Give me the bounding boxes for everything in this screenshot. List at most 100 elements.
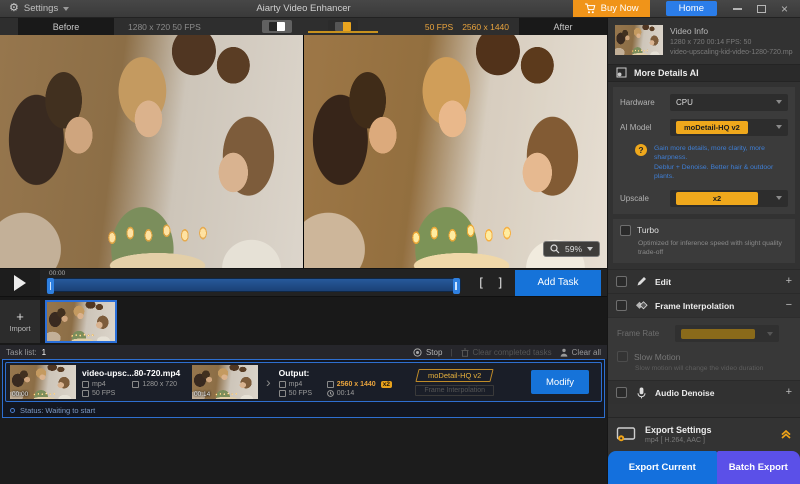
ai-model-select[interactable]: moDetail-HQ v2 xyxy=(670,118,788,136)
maximize-icon[interactable] xyxy=(756,4,766,13)
turbo-block: Turbo Optimized for inference speed with… xyxy=(613,218,795,263)
task-list-header: Task list: 1 Stop | Clear completed task… xyxy=(0,345,607,359)
task-format: mp4 xyxy=(92,380,106,388)
task-file-meta: mp4 1280 x 720 50 FPS xyxy=(82,380,186,397)
output-format: mp4 xyxy=(288,380,303,388)
import-label: Import xyxy=(9,324,31,333)
trim-end-handle[interactable] xyxy=(452,278,460,294)
trim-start-handle[interactable] xyxy=(47,278,54,294)
task-output-meta: mp4 2560 x 1440 x2 50 FPS 00:14 xyxy=(278,380,399,397)
frame-interpolation-badge: Frame Interpolation xyxy=(415,384,495,396)
close-icon[interactable]: × xyxy=(781,3,788,15)
pencil-icon xyxy=(634,276,648,287)
toggle-glyph-active xyxy=(335,22,351,31)
task-row[interactable]: 00:00 video-upsc...80-720.mp4 mp4 1280 x… xyxy=(5,362,602,402)
trim-in-button[interactable]: [ xyxy=(478,276,485,290)
edit-row[interactable]: Edit + xyxy=(608,269,800,293)
before-panel[interactable] xyxy=(0,35,303,268)
settings-sidebar: Video Info 1280 x 720 00:14 FPS: 50 vide… xyxy=(607,18,800,484)
chevron-down-icon xyxy=(767,331,773,336)
chevron-down-icon xyxy=(63,6,70,11)
modify-button[interactable]: Modify xyxy=(531,370,589,394)
playback-bar: 00:00 [ ] Add Task xyxy=(0,268,607,296)
minimize-icon[interactable] xyxy=(732,7,742,10)
after-frame-image xyxy=(304,35,607,268)
after-panel[interactable] xyxy=(303,35,607,268)
expand-plus-icon[interactable]: + xyxy=(786,276,792,287)
slow-motion-label: Slow Motion xyxy=(634,351,681,362)
frame-interpolation-checkbox[interactable] xyxy=(616,300,627,311)
scale-badge: x2 xyxy=(380,380,392,388)
import-button[interactable]: + Import xyxy=(0,300,40,343)
trim-out-button[interactable]: ] xyxy=(497,276,504,290)
app-window: ⚙ Settings Aiarty Video Enhancer Buy Now… xyxy=(0,0,800,484)
main-area: Before 1280 x 720 50 FPS 50 FPS 2560 x 1… xyxy=(0,18,800,484)
double-chevron-up-icon[interactable] xyxy=(780,428,792,442)
frame-interpolation-subpanel: Frame Rate Slow Motion Slow motion will … xyxy=(608,317,800,380)
frame-rate-select xyxy=(675,325,779,342)
stop-button[interactable]: Stop xyxy=(413,348,442,357)
timeline-timecode: 00:00 xyxy=(49,270,66,277)
ai-settings-panel: Hardware CPU AI Model moDetail-HQ v2 ? G… xyxy=(613,86,795,214)
ai-model-desc-line2: Deblur + Denoise. Better hair & outdoor … xyxy=(654,163,774,181)
format-icon xyxy=(278,380,286,388)
collapse-minus-icon[interactable]: − xyxy=(786,300,792,311)
frames-icon xyxy=(634,300,648,311)
timeline-track[interactable] xyxy=(46,278,461,294)
more-details-ai-header[interactable]: More Details AI xyxy=(608,63,800,82)
resolution-icon xyxy=(326,380,334,388)
zoom-control[interactable]: 59% xyxy=(542,241,600,257)
clip-out-time: 00:14 xyxy=(194,391,211,398)
turbo-row: Turbo xyxy=(620,224,788,236)
video-info-text: Video Info 1280 x 720 00:14 FPS: 50 vide… xyxy=(670,25,793,59)
audio-denoise-row[interactable]: Audio Denoise + xyxy=(608,380,800,404)
export-current-button[interactable]: Export Current xyxy=(608,451,717,484)
turbo-checkbox[interactable] xyxy=(620,224,631,236)
clear-completed-button[interactable]: Clear completed tasks xyxy=(461,348,552,357)
compare-view-toggle-icon[interactable] xyxy=(308,20,378,33)
edit-checkbox[interactable] xyxy=(616,276,627,287)
tab-before[interactable]: Before xyxy=(18,18,114,35)
output-fps: 50 FPS xyxy=(288,389,313,397)
task-list-box: 00:00 video-upsc...80-720.mp4 mp4 1280 x… xyxy=(2,359,605,418)
settings-label: Settings xyxy=(23,3,59,14)
zoom-level: 59% xyxy=(564,244,582,254)
home-button[interactable]: Home xyxy=(665,1,717,16)
stop-icon xyxy=(413,347,422,357)
video-preview: 59% xyxy=(0,35,607,268)
fps-icon xyxy=(82,389,89,397)
imported-clip-thumbnail[interactable] xyxy=(45,299,117,343)
expand-plus-icon[interactable]: + xyxy=(786,387,792,398)
buy-now-button[interactable]: Buy Now xyxy=(572,0,650,17)
export-settings-row[interactable]: Export Settings mp4 [ H.264, AAC ] xyxy=(608,417,800,451)
active-toggle-underline xyxy=(308,31,378,33)
play-button[interactable] xyxy=(0,269,40,296)
titlebar: ⚙ Settings Aiarty Video Enhancer Buy Now… xyxy=(0,0,800,18)
add-task-button[interactable]: Add Task xyxy=(515,269,601,296)
task-source-thumbnail: 00:00 xyxy=(10,365,76,399)
task-badges: moDetail-HQ v2 Frame Interpolation xyxy=(405,368,505,396)
tab-after[interactable]: After xyxy=(519,18,607,35)
settings-menu[interactable]: ⚙ Settings xyxy=(0,3,78,14)
export-settings-label: Export Settings xyxy=(645,425,712,435)
frame-interpolation-row[interactable]: Frame Interpolation − xyxy=(608,293,800,317)
split-view-toggle-icon[interactable] xyxy=(262,20,292,33)
edit-label: Edit xyxy=(655,276,672,287)
hardware-select[interactable]: CPU xyxy=(670,93,788,111)
slow-motion-checkbox xyxy=(617,351,628,362)
batch-export-button[interactable]: Batch Export xyxy=(716,451,800,484)
help-icon[interactable]: ? xyxy=(635,143,647,156)
audio-denoise-checkbox[interactable] xyxy=(616,387,627,398)
output-label: Output: xyxy=(278,367,310,378)
upscale-select[interactable]: x2 xyxy=(670,189,788,207)
magnifier-icon xyxy=(550,244,560,254)
trash-icon xyxy=(461,348,468,357)
clear-all-button[interactable]: Clear all xyxy=(560,348,601,357)
ai-model-description: Gain more details, more clarity, more sh… xyxy=(654,144,788,182)
timeline: 00:00 xyxy=(46,269,461,296)
view-mode-toggles xyxy=(262,18,378,35)
preview-tabbar: Before 1280 x 720 50 FPS 50 FPS 2560 x 1… xyxy=(0,18,607,35)
play-icon xyxy=(14,274,26,291)
video-info-image xyxy=(615,25,663,55)
video-info-filename: video-upscaling-kid-video-1280-720.mp4 xyxy=(670,49,793,57)
